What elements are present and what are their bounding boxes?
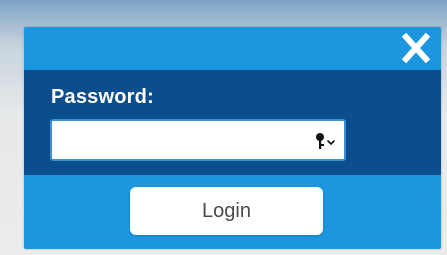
password-field[interactable] [50, 119, 346, 161]
login-button[interactable]: Login [130, 187, 323, 235]
password-section: Password: [24, 70, 441, 175]
password-label: Password: [51, 86, 154, 108]
login-dialog: Password: Login [24, 27, 441, 249]
close-icon [401, 32, 431, 64]
close-button[interactable] [401, 32, 431, 64]
key-dropdown-icon [316, 133, 335, 149]
key-dropdown-button[interactable] [314, 132, 338, 150]
password-input[interactable] [52, 121, 292, 159]
